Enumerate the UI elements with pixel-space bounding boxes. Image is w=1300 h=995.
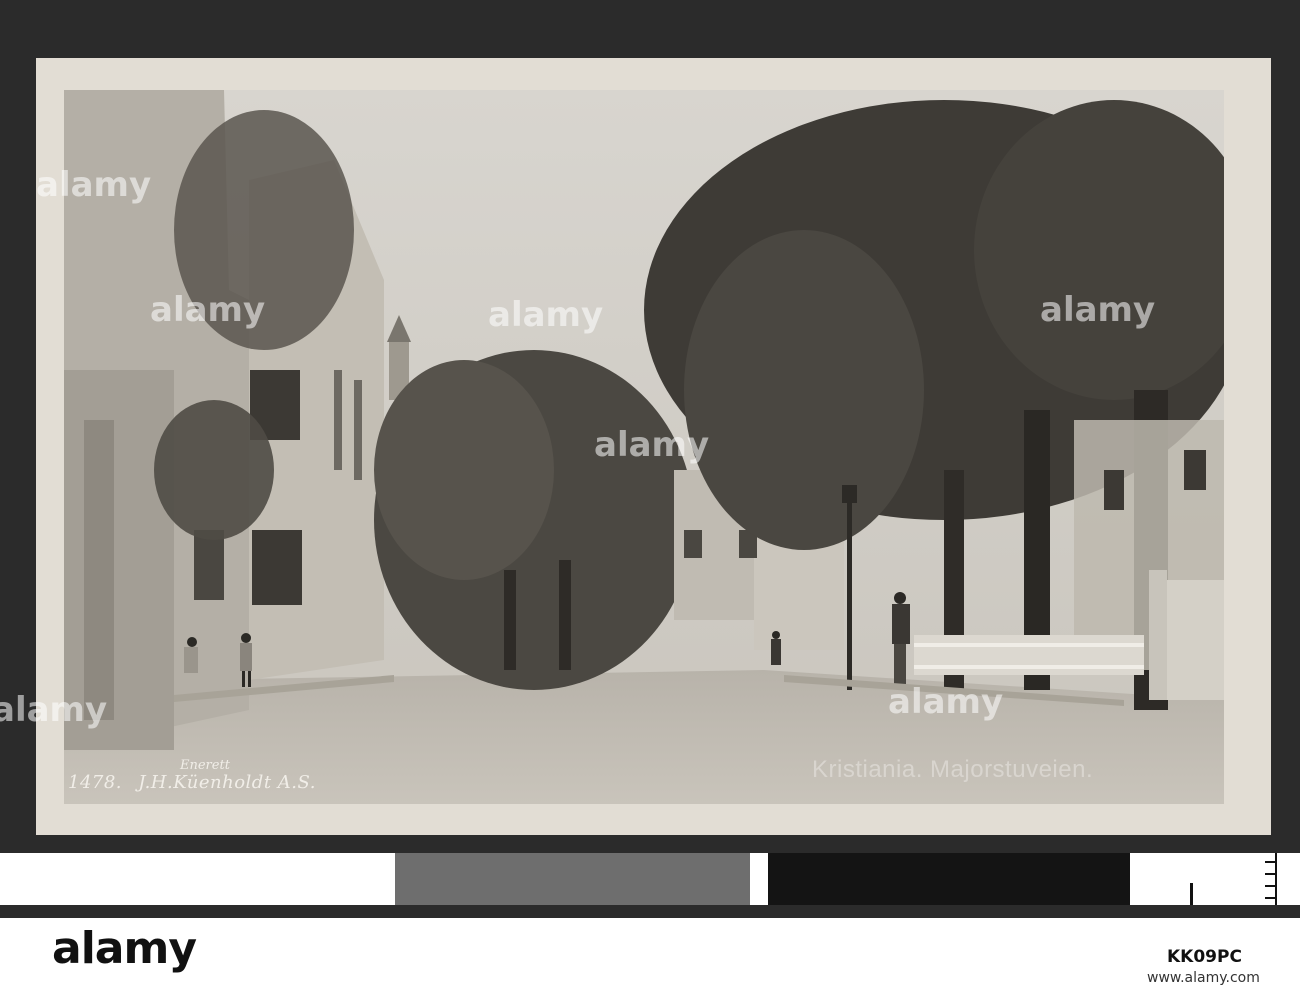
- building-left-base: [64, 370, 174, 750]
- publisher: J.H.Küenholdt A.S.: [138, 772, 316, 793]
- lamp-post: [847, 490, 852, 690]
- postcard-photo: [64, 90, 1224, 804]
- distant-person: [771, 631, 781, 665]
- calibration-strip: [0, 853, 1300, 905]
- alamy-logo: alamy: [52, 923, 197, 974]
- postcard-title: Kristiania. Majorstuveien.: [812, 756, 1094, 783]
- window: [194, 530, 224, 600]
- postcard-imprint: 1478. J.H.Küenholdt A.S.: [68, 772, 316, 793]
- card-number: 1478.: [68, 772, 123, 793]
- window: [252, 530, 302, 605]
- site-url: www.alamy.com: [1147, 970, 1260, 986]
- image-id: KK09PC: [1167, 947, 1242, 967]
- street-scene: [64, 90, 1224, 804]
- enerett-label: Enerett: [180, 758, 230, 773]
- tree: [174, 110, 354, 350]
